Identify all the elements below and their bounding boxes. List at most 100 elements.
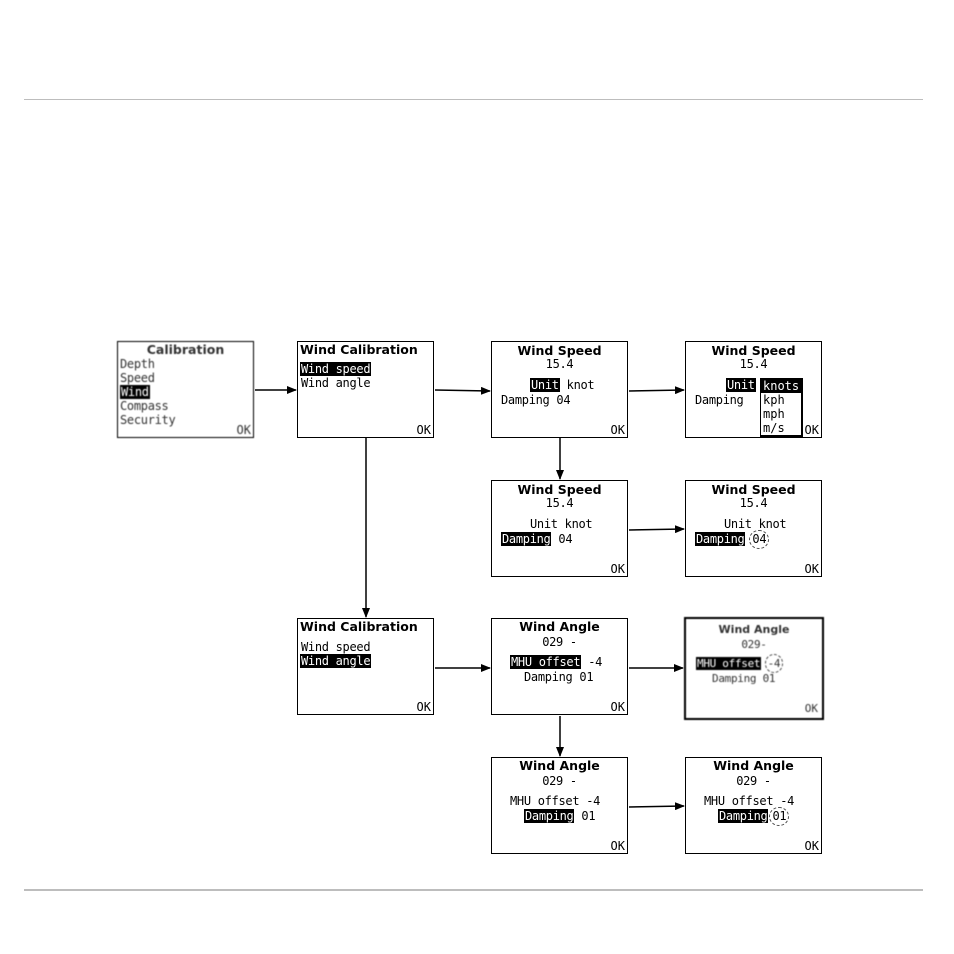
blinking-damping-value[interactable]: 04 (749, 530, 770, 549)
dropdown-option-mph[interactable]: mph (761, 407, 801, 421)
menu-item-wind-angle[interactable]: Wind angle (300, 654, 372, 668)
unit-label: Unit (530, 517, 558, 531)
arrow-damping-to-damping-edit (628, 525, 685, 534)
wind-speed-reading: 15.4 (739, 357, 768, 371)
offset-label: MHU offset (510, 794, 580, 808)
unit-value: knot (758, 517, 787, 531)
selected-item-highlight: Wind (120, 385, 150, 399)
unit-value: knot (566, 378, 595, 392)
damping-label: Damping (695, 393, 744, 407)
screen-title: Wind Calibration (300, 342, 418, 357)
screen-title: Wind Speed (711, 343, 796, 358)
menu-item-wind-speed[interactable]: Wind speed (301, 641, 371, 654)
wind-angle-reading: 029- (741, 638, 767, 651)
damping-value: 04 (556, 393, 571, 407)
damping-row[interactable]: Damping 01 (712, 672, 776, 685)
damping-label: Damping (501, 393, 550, 407)
unit-label-highlight: Unit (530, 378, 560, 392)
damping-value: 01 (579, 670, 594, 684)
damping-value: 01 (762, 672, 776, 685)
blinking-offset-value[interactable]: -4 (764, 654, 783, 673)
unit-dropdown[interactable]: knots kph mph m/s (760, 378, 803, 437)
menu-item-speed[interactable]: Speed (120, 372, 155, 385)
screen-title: Wind Calibration (300, 619, 418, 634)
offset-row[interactable]: MHU offset -4 (510, 655, 603, 669)
damping-row[interactable]: Damping 04 (695, 530, 770, 549)
damping-row[interactable]: Damping 01 (718, 807, 790, 826)
arrow-angle-damping-to-edit (628, 802, 685, 811)
damping-value: 04 (558, 532, 573, 546)
damping-row[interactable]: Damping 01 (524, 670, 594, 684)
ok-button[interactable]: OK (805, 563, 819, 575)
damping-row[interactable]: Damping 04 (501, 393, 571, 407)
menu-item-depth[interactable]: Depth (120, 358, 155, 371)
ok-button[interactable]: OK (417, 701, 431, 713)
screen-title: Calibration (146, 342, 225, 357)
ok-button[interactable]: OK (237, 424, 251, 436)
damping-row[interactable]: Damping 01 (524, 809, 596, 823)
ok-button[interactable]: OK (611, 563, 625, 575)
unit-value: knot (564, 517, 593, 531)
offset-label-highlight: MHU offset (510, 655, 582, 669)
header-rule (24, 99, 923, 100)
screen-wind-speed-unit-dropdown: Wind Speed 15.4 Unit Damping knots kph m… (685, 341, 822, 438)
screen-wind-angle-damping-edit: Wind Angle 029 - MHU offset -4 Damping 01… (685, 757, 822, 854)
damping-label-highlight: Damping (501, 532, 552, 546)
offset-label: MHU offset (704, 794, 774, 808)
unit-label: Unit (726, 378, 756, 392)
offset-row[interactable]: MHU offset -4 (704, 795, 794, 808)
selected-item-highlight: Wind speed (300, 362, 372, 376)
wind-speed-reading: 15.4 (545, 357, 574, 371)
damping-row[interactable]: Damping 04 (501, 532, 573, 546)
screen-title: Wind Speed (517, 482, 602, 497)
screen-wind-calibration-angle: Wind Calibration Wind speed Wind angle O… (297, 618, 434, 715)
screen-wind-angle-offset-edit: Wind Angle 029- MHU offset -4 Damping 01… (684, 617, 824, 720)
damping-value: 01 (581, 809, 596, 823)
unit-row[interactable]: Unit knot (530, 517, 593, 531)
selected-item-highlight: Wind angle (300, 654, 372, 668)
menu-item-wind[interactable]: Wind (120, 385, 150, 399)
footer-rule (24, 889, 923, 891)
damping-label: Damping (712, 672, 757, 685)
ok-button[interactable]: OK (805, 424, 819, 436)
ok-button[interactable]: OK (417, 424, 431, 436)
unit-row[interactable]: Unit knot (724, 517, 787, 531)
damping-label-highlight: Damping (524, 809, 575, 823)
screen-wind-calibration-speed: Wind Calibration Wind speed Wind angle O… (297, 341, 434, 438)
menu-item-wind-angle[interactable]: Wind angle (301, 377, 371, 390)
ok-button[interactable]: OK (805, 703, 818, 715)
screen-wind-speed-damping: Wind Speed 15.4 Unit knot Damping 04 OK (491, 480, 628, 577)
wind-speed-reading: 15.4 (545, 496, 574, 510)
unit-row[interactable]: Unit knot (530, 378, 595, 392)
offset-value: -4 (588, 655, 603, 669)
wind-angle-reading: 029 - (542, 635, 577, 649)
screen-title: Wind Angle (519, 619, 600, 634)
offset-label-highlight: MHU offset (696, 657, 762, 670)
menu-item-wind-speed[interactable]: Wind speed (300, 362, 372, 376)
arrow-wind-speed-to-dropdown (628, 386, 685, 395)
arrow-wind-cal-to-wind-speed (434, 386, 491, 395)
damping-label: Damping (524, 670, 573, 684)
menu-item-compass[interactable]: Compass (120, 400, 169, 413)
menu-item-security[interactable]: Security (120, 414, 176, 427)
ok-button[interactable]: OK (611, 701, 625, 713)
offset-value: -4 (586, 794, 601, 808)
dropdown-option-ms[interactable]: m/s (761, 421, 801, 435)
ok-button[interactable]: OK (611, 840, 625, 852)
screen-wind-speed-damping-edit: Wind Speed 15.4 Unit knot Damping 04 OK (685, 480, 822, 577)
offset-row[interactable]: MHU offset -4 (510, 795, 600, 808)
offset-value: -4 (780, 794, 795, 808)
unit-label: Unit (724, 517, 752, 531)
screen-calibration-menu: Calibration Depth Speed Wind Compass Sec… (117, 341, 254, 438)
dropdown-option-knots[interactable]: knots (761, 379, 801, 393)
screen-wind-angle-damping: Wind Angle 029 - MHU offset -4 Damping 0… (491, 757, 628, 854)
screen-title: Wind Speed (711, 482, 796, 497)
screen-wind-speed-unit: Wind Speed 15.4 Unit knot Damping 04 OK (491, 341, 628, 438)
wind-speed-reading: 15.4 (739, 496, 768, 510)
blinking-damping-value[interactable]: 01 (769, 807, 790, 826)
dropdown-option-kph[interactable]: kph (761, 393, 801, 407)
ok-button[interactable]: OK (611, 424, 625, 436)
screen-title: Wind Angle (713, 758, 794, 773)
ok-button[interactable]: OK (805, 840, 819, 852)
offset-row[interactable]: MHU offset -4 (696, 654, 783, 673)
